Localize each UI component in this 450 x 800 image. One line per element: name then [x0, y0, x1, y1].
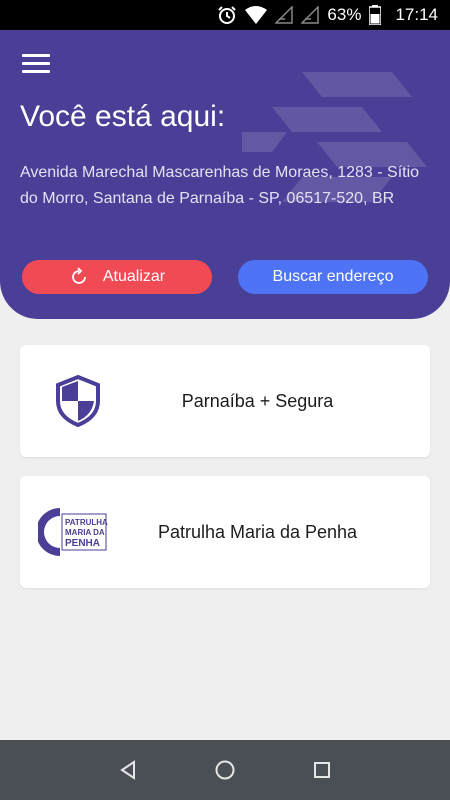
patrulha-logo: PATRULHA MARIA DA PENHA: [38, 508, 108, 556]
battery-percent: 63%: [327, 5, 362, 24]
menu-button[interactable]: [22, 54, 50, 76]
location-header: Você está aqui: Avenida Marechal Mascare…: [0, 30, 450, 319]
signal-icon: [301, 0, 320, 30]
refresh-icon: [72, 267, 86, 284]
search-address-button[interactable]: Buscar endereço: [238, 260, 428, 294]
logo-text-1: PATRULHA: [65, 518, 108, 527]
refresh-label: Atualizar: [102, 268, 166, 285]
recents-icon: [313, 762, 330, 778]
signal-icon: [275, 0, 294, 30]
page-title: Você está aqui:: [20, 100, 226, 133]
alarm-icon: [217, 0, 237, 30]
refresh-button[interactable]: Atualizar: [22, 260, 212, 294]
shield-icon: [56, 374, 100, 428]
home-button[interactable]: [205, 750, 245, 790]
card-label: Parnaíba + Segura: [181, 390, 334, 411]
back-button[interactable]: [108, 750, 148, 790]
logo-text-2: MARIA DA: [65, 528, 105, 537]
search-address-label: Buscar endereço: [272, 268, 394, 285]
card-label: Patrulha Maria da Penha: [157, 521, 358, 542]
card-patrulha-maria-da-penha[interactable]: PATRULHA MARIA DA PENHA Patrulha Maria d…: [20, 476, 430, 588]
card-parnaiba-segura[interactable]: Parnaíba + Segura: [20, 345, 430, 457]
home-icon: [215, 760, 235, 780]
clock: 17:14: [395, 5, 438, 24]
current-address: Avenida Marechal Mascarenhas de Moraes, …: [20, 164, 420, 207]
battery-icon: [369, 0, 382, 30]
wifi-icon: [245, 0, 268, 30]
back-icon: [120, 760, 136, 780]
menu-icon: [22, 54, 50, 57]
status-bar: 63% 17:14: [0, 0, 450, 30]
system-nav-bar: [0, 740, 450, 800]
recents-button[interactable]: [302, 750, 342, 790]
logo-text-3: PENHA: [65, 538, 100, 549]
